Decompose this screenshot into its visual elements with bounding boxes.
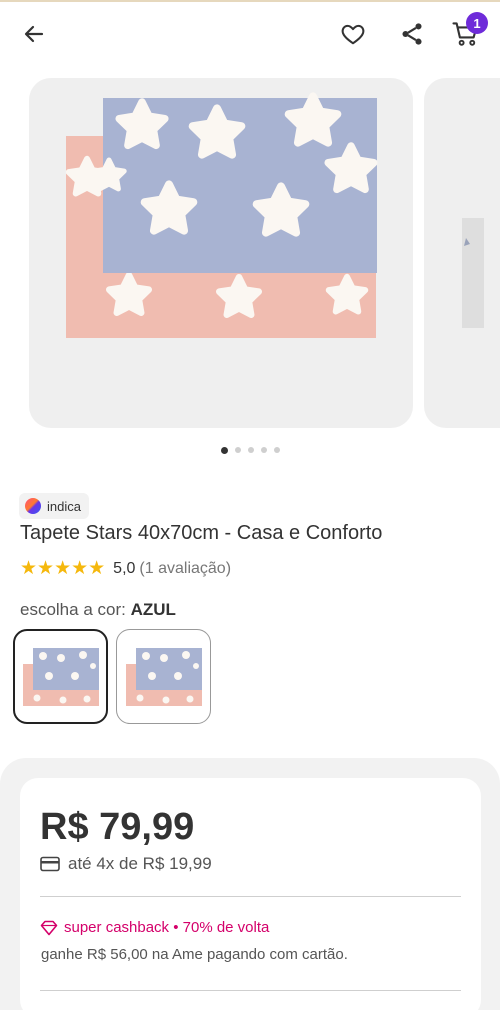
installments-text: até 4x de R$ 19,99: [68, 854, 212, 873]
cashback-info[interactable]: super cashback • 70% de volta: [40, 919, 269, 936]
credit-card-icon: [40, 856, 60, 872]
cart-count-badge: 1: [466, 12, 488, 34]
cart-button[interactable]: 1: [448, 12, 488, 52]
product-title: Tapete Stars 40x70cm - Casa e Conforto: [20, 522, 383, 544]
brand-logo-icon: [25, 498, 41, 514]
next-product-image[interactable]: [424, 78, 500, 428]
cashback-text: super cashback • 70% de volta: [64, 919, 270, 936]
rating-value: 5,0: [113, 559, 136, 577]
share-button[interactable]: [394, 16, 430, 52]
installments: até 4x de R$ 19,99: [40, 854, 212, 874]
brand-tag[interactable]: indica: [19, 493, 89, 519]
rating-count: (1 avaliação): [139, 559, 232, 577]
arrow-left-icon: [24, 25, 44, 43]
rug-image: [29, 78, 413, 338]
swatch-image: [22, 647, 99, 706]
heart-icon: [341, 24, 365, 45]
carousel-dots: [0, 446, 500, 454]
color-label: escolha a cor: AZUL: [20, 600, 176, 620]
carousel-dot[interactable]: [260, 447, 267, 453]
selected-color: AZUL: [130, 600, 176, 619]
share-icon: [402, 23, 422, 45]
header: 1: [0, 2, 500, 66]
ame-cashback-text: ganhe R$ 56,00 na Ame pagando com cartão…: [41, 946, 348, 963]
diamond-icon: [40, 920, 58, 935]
carousel-dot[interactable]: [247, 447, 254, 453]
product-rating[interactable]: ★★★★★ 5,0 (1 avaliação): [20, 557, 231, 580]
back-button[interactable]: [16, 16, 52, 52]
divider: [40, 896, 461, 897]
brand-name: indica: [47, 498, 81, 514]
product-image[interactable]: [29, 78, 413, 428]
color-swatch-other[interactable]: [116, 629, 211, 724]
rating-stars-icon: ★★★★★: [20, 558, 106, 579]
favorite-button[interactable]: [335, 16, 371, 52]
divider: [40, 990, 461, 991]
rug-image-partial: [462, 218, 492, 328]
carousel-dot[interactable]: [234, 447, 241, 453]
color-label-text: escolha a cor:: [20, 600, 126, 619]
carousel-dot[interactable]: [220, 446, 228, 454]
price-card: R$ 79,99 até 4x de R$ 19,99 super cashba…: [20, 778, 481, 1010]
price-value: R$ 79,99: [40, 806, 195, 848]
swatch-image: [125, 647, 202, 706]
carousel-dot[interactable]: [273, 447, 280, 453]
product-image-carousel[interactable]: [0, 78, 500, 430]
color-swatch-azul[interactable]: [13, 629, 108, 724]
